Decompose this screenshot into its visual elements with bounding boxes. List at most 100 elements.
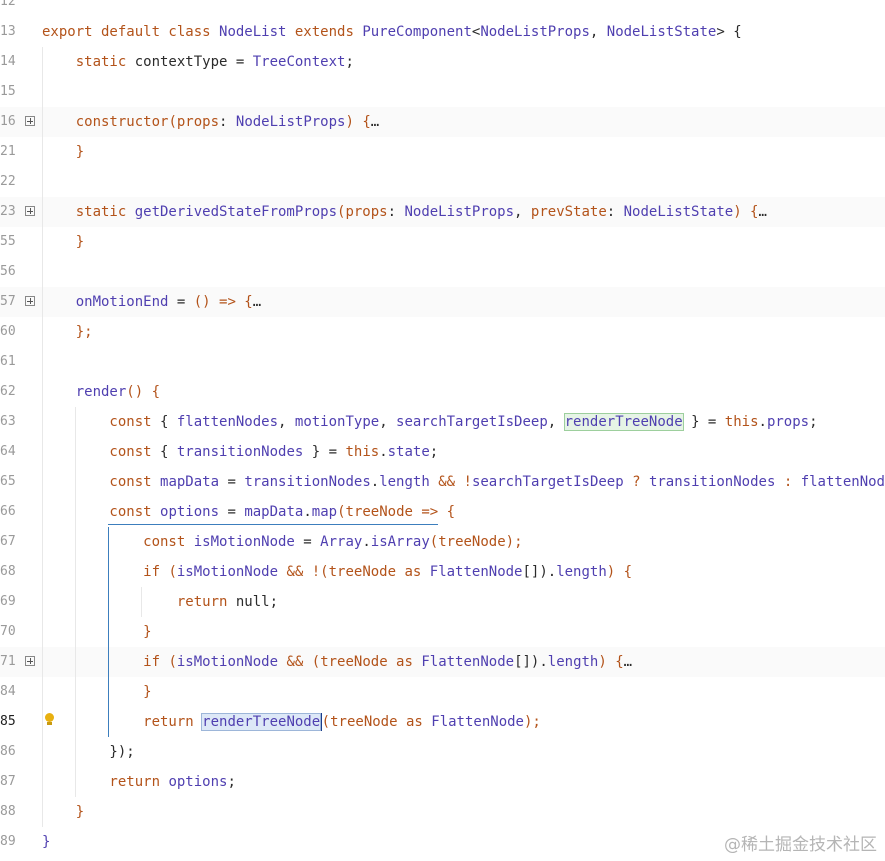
- line-number: 57: [0, 294, 16, 309]
- code-text: render() {: [42, 377, 160, 407]
- code-line[interactable]: 15: [0, 77, 885, 107]
- code-line[interactable]: 71 if (isMotionNode && (treeNode as Flat…: [0, 647, 885, 677]
- code-line[interactable]: 66 const options = mapData.map(treeNode …: [0, 497, 885, 527]
- highlighted-identifier: renderTreeNode: [201, 713, 322, 731]
- line-number: 68: [0, 564, 16, 579]
- code-token: .: [379, 444, 388, 460]
- line-number: 61: [0, 354, 16, 369]
- code-line[interactable]: 62 render() {: [0, 377, 885, 407]
- fold-expand-icon[interactable]: [25, 656, 35, 666]
- line-number: 69: [0, 594, 16, 609]
- code-text: if (isMotionNode && (treeNode as Flatten…: [42, 647, 632, 677]
- code-line[interactable]: 85 return renderTreeNode (treeNode as Fla…: [0, 707, 885, 737]
- code-token: map: [311, 504, 338, 520]
- code-token: treeNode: [328, 564, 397, 580]
- code-line[interactable]: 69 return null;: [0, 587, 885, 617]
- code-line[interactable]: 63 const { flattenNodes, motionType, sea…: [0, 407, 885, 437]
- code-token: (: [321, 714, 331, 730]
- code-token: (: [168, 114, 177, 130]
- code-text: return renderTreeNode (treeNode as Flatte…: [42, 707, 541, 737]
- code-line[interactable]: 22: [0, 167, 885, 197]
- code-token: ;: [809, 414, 818, 430]
- code-token: TreeContext: [252, 54, 346, 70]
- line-number: 55: [0, 234, 16, 249]
- code-token: PureComponent: [362, 24, 472, 40]
- code-line[interactable]: 88 }: [0, 797, 885, 827]
- code-token: }: [42, 804, 85, 820]
- code-token: mapData: [244, 504, 304, 520]
- line-number: 65: [0, 474, 16, 489]
- code-text: onMotionEnd = () => {…: [42, 287, 261, 317]
- code-text: const isMotionNode = Array.isArray(treeN…: [42, 527, 523, 557]
- code-token: );: [505, 534, 523, 550]
- code-line[interactable]: 55 }: [0, 227, 885, 257]
- code-token: (: [168, 654, 177, 670]
- code-token: {: [160, 414, 177, 430]
- code-line[interactable]: 65 const mapData = transitionNodes.lengt…: [0, 467, 885, 497]
- code-token: && (: [278, 654, 321, 670]
- code-token: && !(: [278, 564, 329, 580]
- code-line[interactable]: 68 if (isMotionNode && !(treeNode as Fla…: [0, 557, 885, 587]
- code-token: …: [252, 294, 262, 310]
- code-text: constructor(props: NodeListProps) {…: [42, 107, 380, 137]
- line-number: 63: [0, 414, 16, 429]
- code-line[interactable]: 64 const { transitionNodes } = this.stat…: [0, 437, 885, 467]
- code-text: }: [42, 827, 50, 857]
- highlighted-identifier: renderTreeNode: [563, 413, 684, 431]
- code-text: static getDerivedStateFromProps(props: N…: [42, 197, 767, 227]
- line-number: 56: [0, 264, 16, 279]
- code-editor[interactable]: 12 13 export default class NodeList extend…: [0, 0, 885, 861]
- code-token: treeNode: [345, 504, 413, 520]
- code-line[interactable]: 67 const isMotionNode = Array.isArray(tr…: [0, 527, 885, 557]
- code-token: isMotionNode: [193, 534, 295, 550]
- code-line[interactable]: 86 });: [0, 737, 885, 767]
- code-line[interactable]: 14 static contextType = TreeContext;: [0, 47, 885, 77]
- code-token: return: [42, 714, 203, 730]
- fold-expand-icon[interactable]: [25, 206, 35, 216]
- code-token: :: [387, 204, 405, 220]
- line-number: 67: [0, 534, 16, 549]
- code-token: ) {: [598, 654, 624, 670]
- code-token: } =: [303, 444, 346, 460]
- code-token: ,: [547, 414, 565, 430]
- code-token: motionType: [294, 414, 380, 430]
- fold-expand-icon[interactable]: [25, 296, 35, 306]
- code-line[interactable]: 23 static getDerivedStateFromProps(props…: [0, 197, 885, 227]
- code-token: null: [235, 594, 270, 610]
- watermark: @稀土掘金技术社区: [724, 835, 877, 855]
- code-line[interactable]: 87 return options;: [0, 767, 885, 797]
- code-line[interactable]: 60 };: [0, 317, 885, 347]
- code-line[interactable]: 57 onMotionEnd = () => {…: [0, 287, 885, 317]
- line-number: 22: [0, 174, 16, 189]
- code-token: }: [42, 684, 152, 700]
- code-token: prevState: [530, 204, 607, 220]
- code-token: …: [370, 114, 380, 130]
- line-number: 62: [0, 384, 16, 399]
- code-line[interactable]: 12: [0, 0, 885, 17]
- fold-expand-icon[interactable]: [25, 116, 35, 126]
- code-token: :: [219, 114, 236, 130]
- line-number: 23: [0, 204, 16, 219]
- code-token: options: [168, 774, 228, 790]
- code-token: if: [42, 564, 169, 580]
- code-token: length: [547, 654, 599, 670]
- code-line[interactable]: 70 }: [0, 617, 885, 647]
- code-line[interactable]: 61: [0, 347, 885, 377]
- code-token: NodeListState: [606, 24, 717, 40]
- code-token: isArray: [370, 534, 430, 550]
- line-number: 14: [0, 54, 16, 69]
- code-token: > {: [716, 24, 742, 40]
- code-token: const: [42, 534, 194, 550]
- code-token: …: [758, 204, 767, 220]
- code-line[interactable]: 84 }: [0, 677, 885, 707]
- code-text: return null;: [42, 587, 278, 617]
- code-line[interactable]: 16 constructor(props: NodeListProps) {…: [0, 107, 885, 137]
- code-token: return: [42, 774, 169, 790]
- code-token: .: [362, 534, 371, 550]
- code-token: transitionNodes: [244, 474, 371, 490]
- code-token: []).: [522, 564, 557, 580]
- code-line[interactable]: 56: [0, 257, 885, 287]
- code-token: const: [42, 444, 161, 460]
- code-line[interactable]: 21 }: [0, 137, 885, 167]
- code-line[interactable]: 13 export default class NodeList extends …: [0, 17, 885, 47]
